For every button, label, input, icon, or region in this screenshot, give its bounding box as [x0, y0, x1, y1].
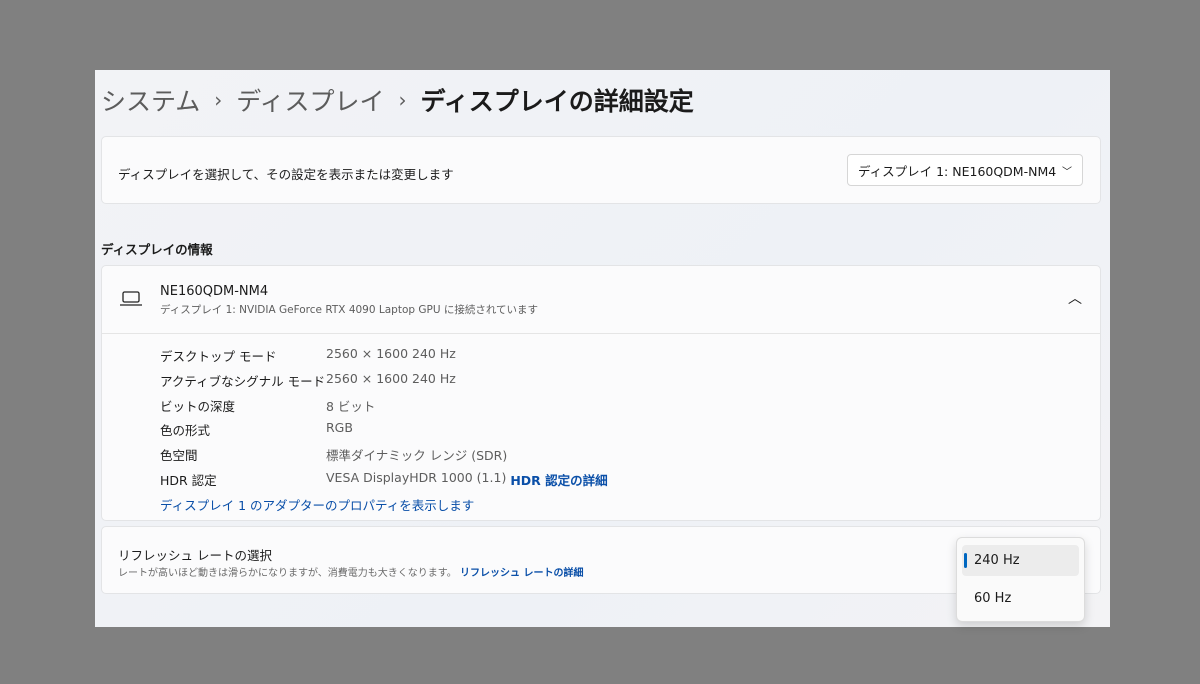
option-240hz[interactable]: 240 Hz — [962, 545, 1079, 576]
laptop-icon — [120, 291, 142, 306]
breadcrumb-display[interactable]: ディスプレイ — [236, 82, 384, 118]
refresh-rate-dropdown-menu: 240 Hz 60 Hz — [956, 537, 1085, 622]
chevron-right-icon: › — [214, 88, 223, 112]
chevron-down-icon: ﹀ — [1062, 166, 1072, 178]
breadcrumb: システム › ディスプレイ › ディスプレイの詳細設定 — [101, 82, 694, 118]
display-dropdown[interactable]: ディスプレイ 1: NE160QDM-NM4 ﹀ — [847, 154, 1083, 186]
display-select-label: ディスプレイを選択して、その設定を表示または変更します — [118, 167, 454, 182]
refresh-desc: レートが高いほど動きは滑らかになりますが、消費電力も大きくなります。 リフレッシ… — [118, 568, 584, 579]
info-row: デスクトップ モード 2560 × 1600 240 Hz — [160, 346, 456, 364]
info-row: アクティブなシグナル モード 2560 × 1600 240 Hz — [160, 371, 456, 389]
section-title: ディスプレイの情報 — [101, 242, 213, 257]
page-title: ディスプレイの詳細設定 — [420, 87, 694, 116]
info-row: ビットの深度 8 ビット — [160, 399, 376, 414]
chevron-up-icon[interactable]: ︿ — [1068, 288, 1082, 308]
refresh-rate-card: リフレッシュ レートの選択 レートが高いほど動きは滑らかになりますが、消費電力も… — [101, 526, 1101, 594]
hdr-details-link[interactable]: HDR 認定の詳細 — [510, 470, 607, 489]
info-row: HDR 認定 VESA DisplayHDR 1000 (1.1) HDR 認定の… — [160, 470, 608, 489]
refresh-details-link[interactable]: リフレッシュ レートの詳細 — [460, 568, 583, 579]
breadcrumb-system[interactable]: システム — [101, 82, 200, 118]
display-info-card: NE160QDM-NM4 ディスプレイ 1: NVIDIA GeForce RT… — [101, 265, 1101, 521]
display-subtitle: ディスプレイ 1: NVIDIA GeForce RTX 4090 Laptop… — [160, 304, 539, 316]
adapter-properties-link[interactable]: ディスプレイ 1 のアダプターのプロパティを表示します — [160, 495, 474, 514]
display-dropdown-value: ディスプレイ 1: NE160QDM-NM4 — [858, 163, 1057, 179]
option-60hz[interactable]: 60 Hz — [962, 583, 1079, 614]
info-row: 色空間 標準ダイナミック レンジ (SDR) — [160, 448, 508, 463]
info-row: 色の形式 RGB — [160, 420, 353, 438]
selected-indicator — [964, 553, 967, 568]
display-info-header[interactable]: NE160QDM-NM4 ディスプレイ 1: NVIDIA GeForce RT… — [102, 266, 1100, 334]
chevron-right-icon: › — [398, 88, 407, 112]
display-name: NE160QDM-NM4 — [160, 284, 269, 299]
refresh-title: リフレッシュ レートの選択 — [118, 548, 272, 563]
display-select-card: ディスプレイを選択して、その設定を表示または変更します ディスプレイ 1: NE… — [101, 136, 1101, 204]
